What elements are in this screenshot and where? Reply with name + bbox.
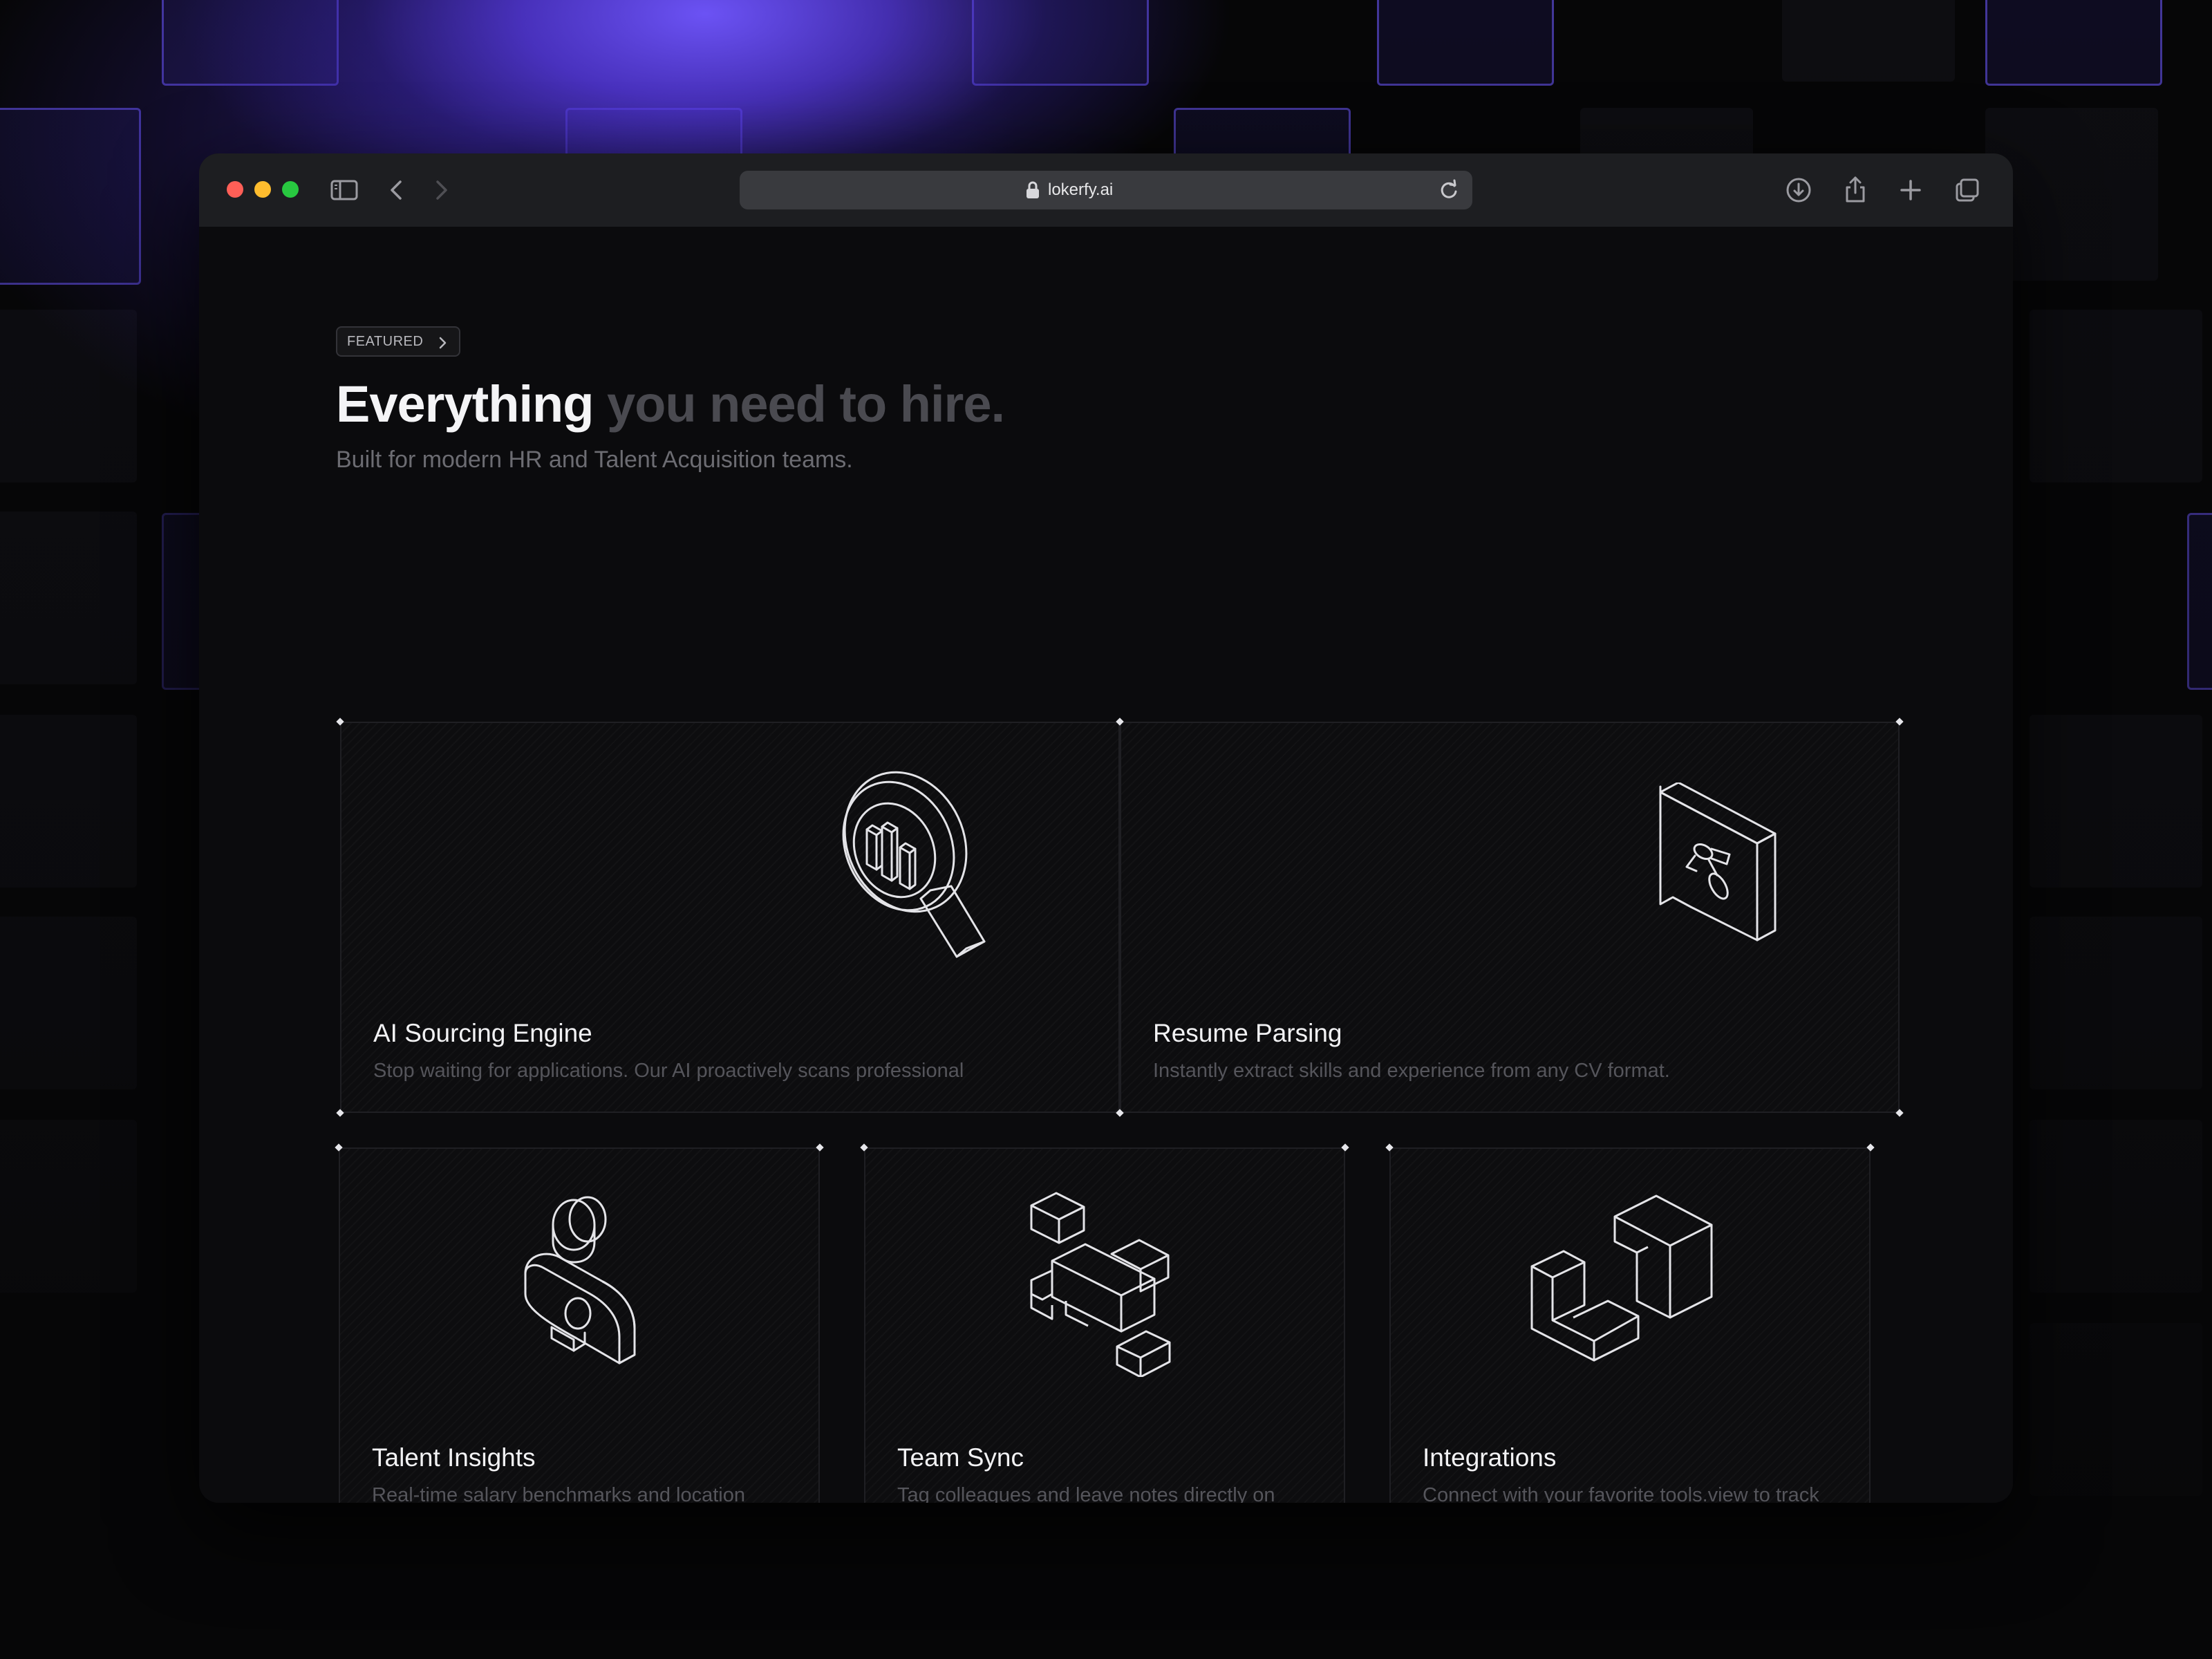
connected-blocks-icon (1529, 1193, 1730, 1373)
feature-card-ai-sourcing[interactable]: AI Sourcing Engine Stop waiting for appl… (336, 718, 1124, 1117)
feature-card-talent-insights[interactable]: Talent Insights Real-time salary benchma… (335, 1143, 824, 1503)
feature-card-integrations[interactable]: Integrations Connect with your favorite … (1385, 1143, 1875, 1503)
blocks-cluster-icon (1024, 1190, 1181, 1377)
address-bar[interactable]: lokerfy.ai (740, 171, 1472, 209)
reload-icon[interactable] (1435, 176, 1463, 204)
page-subtitle: Built for modern HR and Talent Acquisiti… (336, 447, 853, 473)
feature-description: Real-time salary benchmarks and location… (372, 1484, 745, 1503)
close-window-button[interactable] (227, 181, 243, 198)
magnifier-chart-icon (839, 762, 1019, 962)
feature-title: AI Sourcing Engine (373, 1019, 592, 1047)
feature-title: Team Sync (897, 1443, 1024, 1472)
tab-overview-icon[interactable] (1951, 174, 1984, 207)
lock-icon (1023, 179, 1042, 201)
chevron-right-icon (434, 333, 451, 350)
download-icon[interactable] (1782, 174, 1815, 207)
back-arrow-icon[interactable] (380, 174, 413, 207)
browser-toolbar: lokerfy.ai (199, 153, 2013, 228)
person-profile-icon (516, 1190, 647, 1377)
browser-window: lokerfy.ai FEATURED Everything you need … (199, 153, 2013, 1503)
feature-title: Resume Parsing (1153, 1019, 1342, 1047)
title-muted: you need to hire. (607, 375, 1005, 433)
feature-description: Tag colleagues and leave notes directly … (897, 1484, 1275, 1503)
forward-arrow-icon[interactable] (424, 174, 458, 207)
featured-badge-label: FEATURED (347, 334, 424, 349)
feature-description: Instantly extract skills and experience … (1153, 1060, 1670, 1082)
feature-card-team-sync[interactable]: Team Sync Tag colleagues and leave notes… (860, 1143, 1349, 1503)
page-content: FEATURED Everything you need to hire. Bu… (199, 227, 2013, 1503)
maximize-window-button[interactable] (282, 181, 299, 198)
feature-title: Talent Insights (372, 1443, 536, 1472)
sidebar-toggle-icon[interactable] (328, 174, 361, 207)
title-emphasis: Everything (336, 375, 594, 433)
minimize-window-button[interactable] (254, 181, 271, 198)
featured-badge[interactable]: FEATURED (336, 326, 461, 357)
page-title: Everything you need to hire. (336, 375, 1005, 433)
feature-card-resume-parsing[interactable]: Resume Parsing Instantly extract skills … (1116, 718, 1904, 1117)
share-icon[interactable] (1839, 174, 1872, 207)
document-tag-icon (1653, 782, 1792, 941)
feature-title: Integrations (1423, 1443, 1557, 1472)
feature-description: Stop waiting for applications. Our AI pr… (373, 1060, 964, 1082)
new-tab-plus-icon[interactable] (1894, 174, 1927, 207)
url-text: lokerfy.ai (1048, 180, 1114, 199)
feature-description: Connect with your favorite tools.view to… (1423, 1484, 1819, 1503)
